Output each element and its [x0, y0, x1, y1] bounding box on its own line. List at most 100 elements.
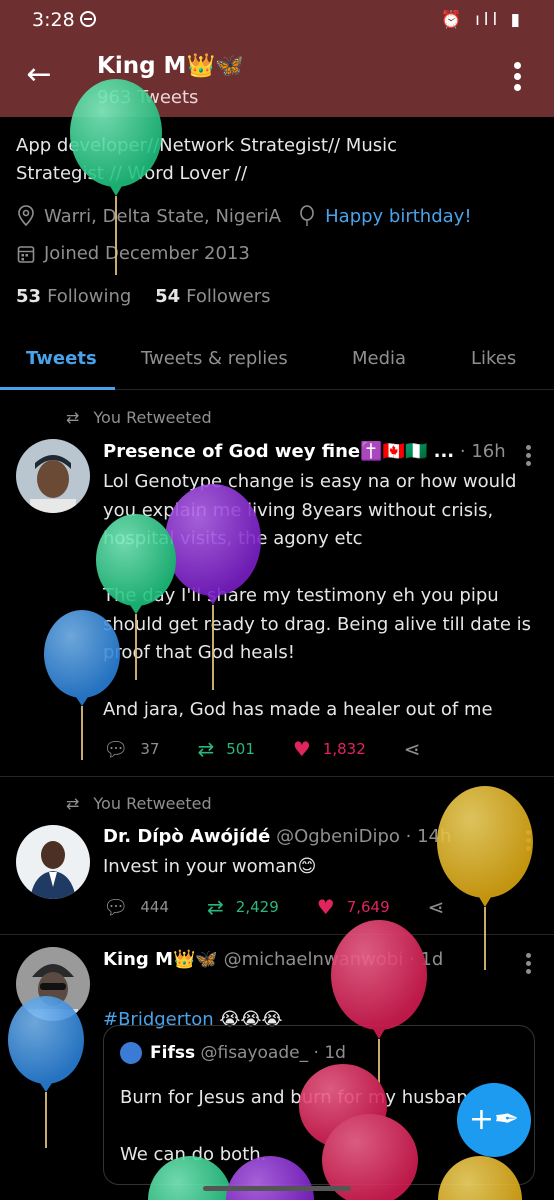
more-options-button[interactable]	[500, 56, 536, 96]
back-button[interactable]: ←	[20, 56, 58, 94]
compose-feather-icon: +✒	[468, 1102, 520, 1137]
tweet-more-button[interactable]	[526, 445, 534, 469]
quoted-tweet-text: Burn for Jesus and burn for my husband W…	[120, 1087, 480, 1165]
share-icon: ⋖	[427, 895, 445, 919]
heart-icon: ♥	[316, 895, 335, 919]
heart-icon: ♥	[292, 737, 311, 761]
tab-tweets[interactable]: Tweets	[26, 348, 97, 369]
quoted-tweet-header: Fifss @fisayoade_ · 1d	[120, 1042, 346, 1064]
profile-joined-date: Joined December 2013	[44, 243, 250, 264]
retweet-button[interactable]: ⇄ 2,429	[207, 895, 279, 919]
quoted-author-name: Fifss	[150, 1043, 196, 1063]
profile-meta-row: Warri, Delta State, NigeriA Happy birthd…	[16, 205, 472, 227]
retweet-icon: ⇄	[207, 895, 224, 919]
share-button[interactable]: ⋖	[404, 737, 433, 761]
profile-tabs: Tweets Tweets & replies Media Likes	[0, 330, 554, 390]
following-label: Following	[47, 286, 132, 307]
more-dot-icon	[514, 73, 521, 80]
balloon-icon	[300, 205, 314, 226]
retweet-icon: ⇄	[66, 408, 80, 427]
more-dot-icon	[514, 62, 521, 69]
avatar-photo	[16, 439, 90, 513]
tweet-time: · 14h	[405, 826, 452, 847]
share-button[interactable]: ⋖	[428, 895, 457, 919]
tweet-author-handle: @michaelnwanwobi	[223, 949, 404, 970]
more-dot-icon	[514, 84, 521, 91]
bio-line: App developer//Network Strategist// Musi…	[16, 135, 398, 156]
status-icons: ⏰ ıll ▮	[440, 10, 524, 30]
retweet-icon: ⇄	[66, 794, 80, 813]
tweet-text: Invest in your woman😊	[103, 856, 317, 877]
birthday-link[interactable]: Happy birthday!	[325, 206, 471, 227]
like-count: 7,649	[346, 898, 390, 916]
retweet-indicator: ⇄ You Retweeted	[66, 408, 212, 427]
avatar-photo	[16, 825, 90, 899]
avatar-photo	[16, 947, 90, 1021]
reply-icon: 💬︎	[103, 895, 129, 919]
like-button[interactable]: ♥ 7,649	[317, 895, 390, 919]
tweet-more-button[interactable]	[526, 953, 534, 977]
back-arrow-icon: ←	[26, 57, 52, 92]
retweet-button[interactable]: ⇄ 501	[197, 737, 254, 761]
tweet-actions: 💬︎ 444 ⇄ 2,429 ♥ 7,649 ⋖	[103, 895, 494, 919]
reply-count: 37	[140, 740, 160, 758]
reply-button[interactable]: 💬︎ 37	[103, 737, 159, 761]
tweet-count: 963 Tweets	[97, 87, 199, 108]
tab-tweets-and-replies[interactable]: Tweets & replies	[141, 348, 288, 369]
following-count: 53	[16, 286, 42, 307]
avatar[interactable]	[16, 439, 90, 513]
tweet-more-button[interactable]	[526, 830, 534, 854]
do-not-disturb-icon	[80, 11, 96, 27]
profile-bio: App developer//Network Strategist// Musi…	[16, 132, 536, 188]
followers-label: Followers	[186, 286, 271, 307]
tweet-author-name[interactable]: Presence of God wey fine✝️🇨🇦🇳🇬 ...	[103, 441, 454, 462]
profile-name: King M👑🦋	[97, 53, 244, 79]
app-header: ← King M👑🦋 963 Tweets	[0, 42, 554, 117]
reply-button[interactable]: 💬︎ 444	[103, 895, 169, 919]
compose-tweet-button[interactable]: +✒	[457, 1083, 531, 1157]
calendar-icon	[17, 245, 35, 263]
tweet-header: King M👑🦋 @michaelnwanwobi · 1d	[103, 949, 443, 970]
profile-location: Warri, Delta State, NigeriA	[44, 205, 282, 227]
retweet-icon: ⇄	[197, 737, 215, 761]
quoted-time: · 1d	[313, 1043, 346, 1063]
retweet-indicator: ⇄ You Retweeted	[66, 794, 212, 813]
tweet-header: Presence of God wey fine✝️🇨🇦🇳🇬 ... · 16h	[103, 441, 506, 462]
tweet-time: · 1d	[408, 949, 444, 970]
retweet-label: You Retweeted	[93, 794, 212, 813]
reply-icon: 💬︎	[103, 737, 129, 761]
tweet-card[interactable]: ⇄ You Retweeted Presence of God wey fine✝…	[0, 391, 554, 777]
followers-count: 54	[155, 286, 181, 307]
profile-joined-row: Joined December 2013	[16, 243, 250, 264]
retweet-count: 501	[226, 740, 255, 758]
tweet-author-name[interactable]: King M👑🦋	[103, 949, 218, 970]
tweet-card[interactable]: King M👑🦋 @michaelnwanwobi · 1d #Bridgert…	[0, 935, 554, 1200]
follow-stats: 53 Following 54 Followers	[16, 286, 270, 307]
tweet-card[interactable]: ⇄ You Retweeted Dr. Dípò Awójídé @OgbeniD…	[0, 777, 554, 935]
tab-media[interactable]: Media	[352, 348, 406, 369]
share-icon: ⋖	[403, 737, 421, 761]
tweet-header: Dr. Dípò Awójídé @OgbeniDipo · 14h	[103, 826, 451, 847]
status-bar: 3:28 ⏰ ıll ▮	[0, 0, 554, 42]
following-link[interactable]: 53 Following	[16, 286, 131, 307]
bio-line: Strategist // Word Lover //	[16, 163, 248, 184]
tweet-actions: 💬︎ 37 ⇄ 501 ♥ 1,832 ⋖	[103, 737, 471, 761]
avatar[interactable]	[16, 825, 90, 899]
tweet-time: · 16h	[459, 441, 506, 462]
active-tab-indicator	[0, 387, 115, 390]
home-indicator[interactable]	[203, 1186, 351, 1191]
reply-count: 444	[140, 898, 170, 916]
tweet-author-name[interactable]: Dr. Dípò Awójídé	[103, 826, 270, 847]
avatar[interactable]	[16, 947, 90, 1021]
tweet-author-handle: @OgbeniDipo	[276, 826, 400, 847]
status-time: 3:28	[32, 9, 75, 31]
retweet-label: You Retweeted	[93, 408, 212, 427]
tab-likes[interactable]: Likes	[471, 348, 516, 369]
quoted-avatar	[120, 1042, 142, 1064]
retweet-count: 2,429	[235, 898, 279, 916]
followers-link[interactable]: 54 Followers	[155, 286, 270, 307]
quoted-author-handle: @fisayoade_	[200, 1043, 309, 1063]
tweet-text: Lol Genotype change is easy na or how wo…	[103, 471, 531, 720]
like-button[interactable]: ♥ 1,832	[293, 737, 366, 761]
like-count: 1,832	[322, 740, 366, 758]
